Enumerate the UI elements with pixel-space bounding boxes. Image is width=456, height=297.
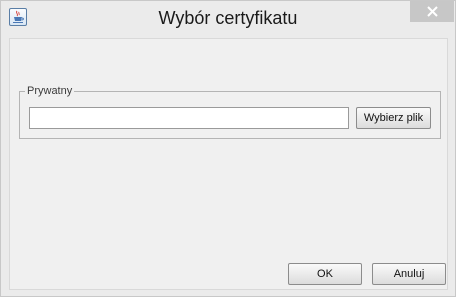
window-title: Wybór certyfikatu: [158, 8, 298, 28]
close-button[interactable]: [410, 1, 454, 22]
java-cup-glyph: [13, 10, 24, 23]
close-icon: [427, 6, 438, 17]
title-bar[interactable]: Wybór certyfikatu: [1, 1, 455, 34]
private-key-group: Prywatny Wybierz plik: [19, 84, 441, 139]
dialog-window: Wybór certyfikatu Prywatny Wybierz plik …: [0, 0, 456, 297]
group-legend: Prywatny: [25, 84, 75, 98]
java-cup-icon[interactable]: [9, 8, 27, 26]
cancel-button[interactable]: Anuluj: [372, 263, 446, 285]
dialog-content: Prywatny Wybierz plik OK Anuluj: [9, 38, 448, 290]
choose-file-button[interactable]: Wybierz plik: [356, 107, 431, 129]
ok-button[interactable]: OK: [288, 263, 362, 285]
certificate-path-input[interactable]: [29, 107, 349, 129]
